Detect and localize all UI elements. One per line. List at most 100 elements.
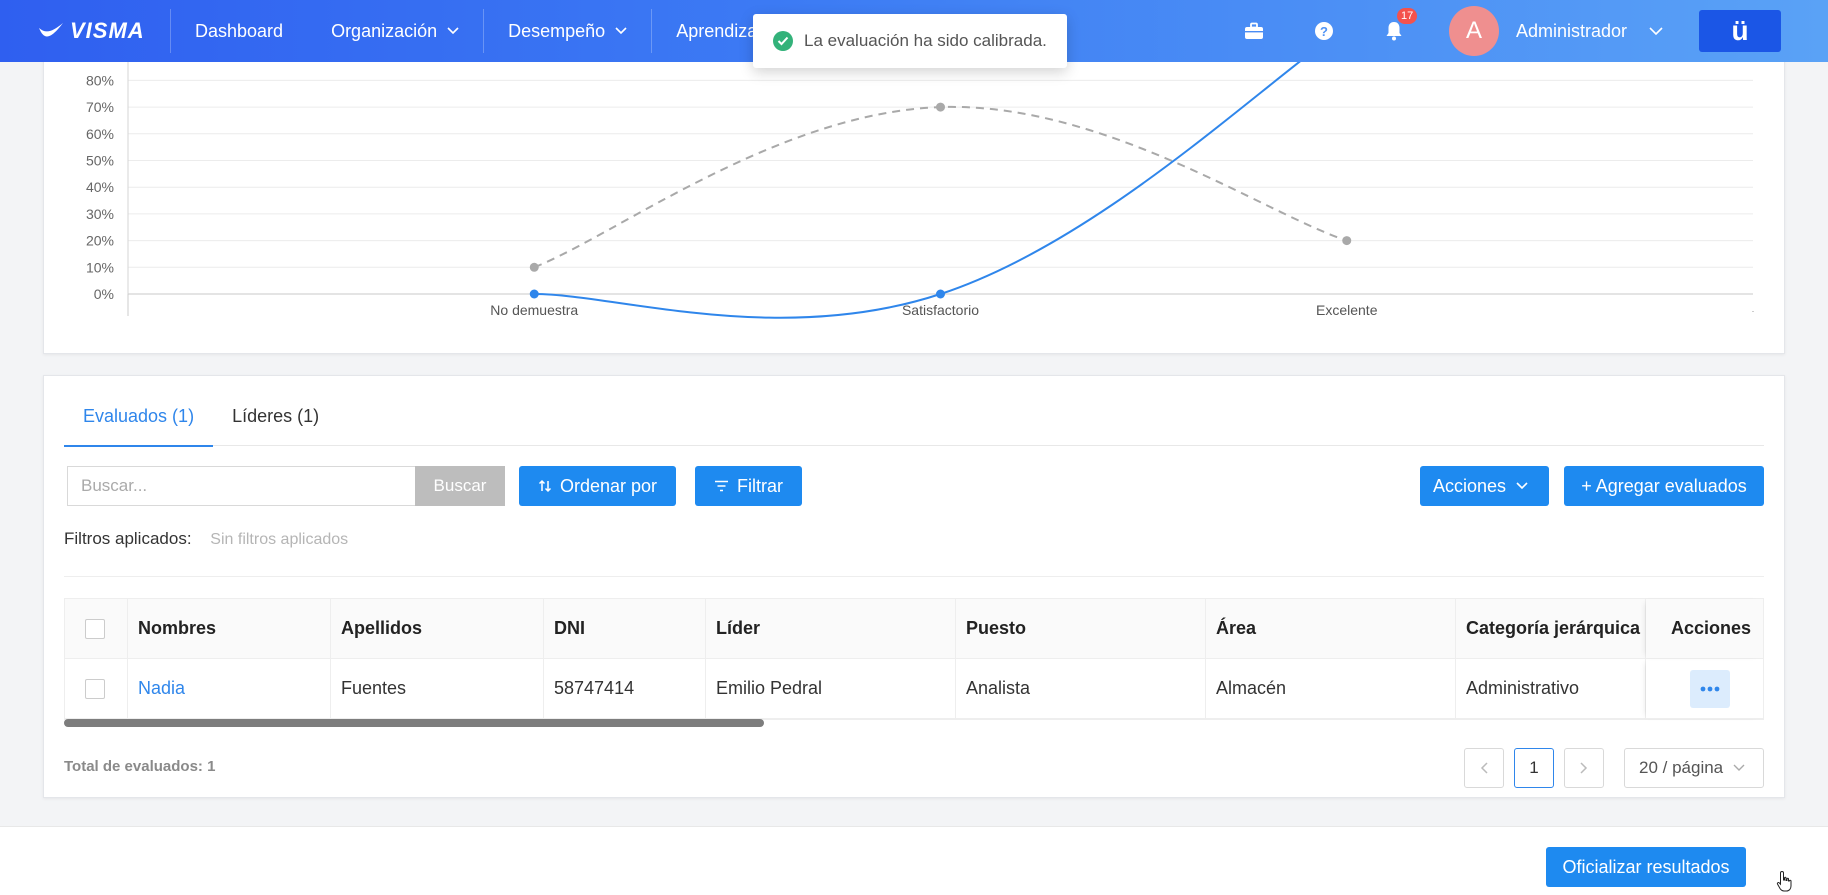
nav-item-label: Desempeño	[508, 20, 606, 41]
chevron-left-icon	[1480, 762, 1488, 774]
briefcase-button[interactable]	[1219, 0, 1289, 62]
next-page-button[interactable]	[1564, 748, 1604, 788]
nav-item-desempeno[interactable]: Desempeño	[484, 0, 651, 62]
chart-y-tick-label: 70%	[86, 99, 114, 115]
distribution-line-chart: 0% 10% 20% 30% 40% 50% 60% 70% 80% No demuestra Sa…	[86, 41, 1754, 319]
actions-dropdown-button[interactable]: Acciones	[1420, 466, 1549, 506]
page-number-button[interactable]: 1	[1514, 748, 1554, 788]
chevron-down-icon	[447, 27, 459, 35]
nav-item-label: Dashboard	[195, 20, 284, 41]
evaluado-name-link[interactable]: Nadia	[138, 678, 185, 699]
cell-area: Almacén	[1206, 658, 1456, 719]
actions-button-label: Acciones	[1432, 475, 1507, 496]
column-header[interactable]: Puesto	[956, 598, 1206, 659]
page-size-select[interactable]: 20 / página	[1624, 748, 1764, 788]
avatar[interactable]: A	[1448, 6, 1499, 56]
check-circle-icon	[773, 31, 793, 51]
help-button[interactable]: ?	[1289, 0, 1359, 62]
tab-evaluados[interactable]: Evaluados (1)	[64, 376, 214, 447]
chart-y-tick-label: 60%	[86, 126, 114, 142]
prev-page-button[interactable]	[1464, 748, 1504, 788]
distribution-chart-card: 0% 10% 20% 30% 40% 50% 60% 70% 80% No demuestra Sa…	[43, 40, 1785, 354]
toast-message: La evaluación ha sido calibrada.	[804, 31, 1047, 50]
select-all-checkbox[interactable]	[85, 618, 105, 639]
table-toolbar: Buscar Ordenar por Filtrar Acciones + Ag…	[67, 466, 1767, 506]
chart-data-point	[936, 289, 945, 299]
add-evaluados-button[interactable]: + Agregar evaluados	[1564, 466, 1764, 506]
brand-app-button[interactable]: ü	[1699, 10, 1781, 52]
chevron-down-icon	[615, 27, 627, 35]
table-header-row: Nombres Apellidos DNI Líder Puesto Área …	[65, 598, 1763, 659]
chart-y-tick-label: 50%	[86, 153, 114, 169]
cell-apellidos: Fuentes	[331, 658, 544, 719]
chart-data-point	[529, 289, 539, 299]
chart-y-tick-label: 10%	[86, 259, 114, 275]
total-evaluados: Total de evaluados: 1	[64, 758, 216, 775]
header-checkbox-cell	[65, 598, 128, 659]
filter-icon	[715, 480, 728, 492]
chart-y-tick-label: 20%	[86, 233, 114, 249]
cell-lider: Emilio Pedral	[706, 658, 956, 719]
filters-value: Sin filtros aplicados	[210, 531, 349, 548]
tab-lideres[interactable]: Líderes (1)	[213, 376, 338, 446]
search-input[interactable]	[67, 466, 415, 506]
page-size-value: 20 / página	[1639, 758, 1724, 777]
row-checkbox-cell	[65, 658, 128, 719]
filter-button[interactable]: Filtrar	[695, 466, 802, 506]
nav-item-dashboard[interactable]: Dashboard	[171, 0, 307, 62]
column-header[interactable]: Líder	[706, 598, 956, 659]
chevron-down-icon[interactable]	[1649, 26, 1663, 36]
chart-x-category-label: Excelente	[1316, 302, 1378, 318]
success-toast: La evaluación ha sido calibrada.	[753, 14, 1067, 68]
visma-swoosh-icon	[39, 23, 63, 37]
chevron-right-icon	[1580, 762, 1588, 774]
chart-series-line	[534, 41, 1329, 319]
sort-icon	[538, 479, 551, 493]
oficializar-resultados-button[interactable]: Oficializar resultados	[1546, 847, 1746, 887]
evaluados-card: Evaluados (1) Líderes (1) Buscar Ordenar…	[43, 375, 1785, 798]
nav-item-label: Organización	[331, 20, 438, 41]
column-header[interactable]: Área	[1206, 598, 1456, 659]
visma-logo[interactable]: VISMA	[38, 0, 170, 62]
table-row: Nadia Fuentes 58747414 Emilio Pedral Ana…	[65, 658, 1763, 719]
chart-data-point	[1342, 236, 1352, 246]
notifications-button[interactable]: 17	[1359, 0, 1429, 62]
chevron-down-icon	[1516, 482, 1536, 490]
notification-badge: 17	[1396, 8, 1418, 24]
filters-label: Filtros aplicados:	[64, 529, 192, 548]
nav-item-organizacion[interactable]: Organización	[307, 0, 483, 62]
chart-y-tick-label: 80%	[86, 72, 114, 88]
cell-nombres: Nadia	[128, 658, 331, 719]
nav-right-group: ? 17 A Administrador ü	[1219, 0, 1828, 62]
bell-icon	[1386, 22, 1402, 41]
tabs-bar: Evaluados (1) Líderes (1)	[64, 376, 1764, 447]
chart-x-category-label: Satisfactorio	[902, 302, 979, 318]
more-dots-icon	[1700, 686, 1720, 691]
evaluados-table: Nombres Apellidos DNI Líder Puesto Área …	[64, 598, 1764, 720]
column-header[interactable]: Nombres	[128, 598, 331, 659]
user-name[interactable]: Administrador	[1516, 21, 1627, 42]
question-circle-icon: ?	[1314, 22, 1333, 40]
cell-categoria: Administrativo	[1456, 658, 1646, 719]
horizontal-scrollbar[interactable]	[64, 719, 764, 727]
chart-y-tick-label: 40%	[86, 179, 114, 195]
search-group: Buscar	[67, 466, 505, 506]
svg-text:?: ?	[1320, 24, 1328, 39]
row-actions-button[interactable]	[1690, 669, 1730, 708]
filter-button-label: Filtrar	[737, 475, 783, 496]
cell-acciones	[1646, 659, 1763, 719]
cell-puesto: Analista	[956, 658, 1206, 719]
sort-button[interactable]: Ordenar por	[519, 466, 676, 506]
briefcase-icon	[1244, 22, 1263, 39]
column-header: Acciones	[1646, 599, 1763, 659]
column-header[interactable]: DNI	[544, 598, 706, 659]
row-checkbox[interactable]	[85, 678, 105, 699]
logo-text: VISMA	[70, 18, 145, 43]
column-header[interactable]: Apellidos	[331, 598, 544, 659]
chevron-down-icon	[1733, 764, 1745, 772]
chart-data-point	[936, 102, 945, 112]
chart-y-tick-label: 0%	[94, 286, 114, 302]
search-button[interactable]: Buscar	[415, 466, 505, 506]
chart-data-point	[529, 262, 539, 272]
column-header[interactable]: Categoría jerárquica	[1456, 598, 1646, 659]
